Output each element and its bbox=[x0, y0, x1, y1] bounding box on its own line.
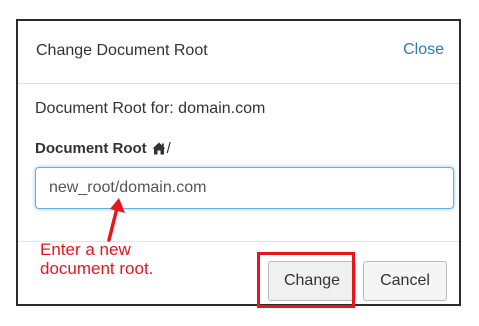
path-separator: / bbox=[166, 140, 171, 157]
document-root-label-row: Document Root / bbox=[35, 140, 171, 157]
dialog-title: Change Document Root bbox=[36, 42, 208, 59]
annotation-text: Enter a new document root. bbox=[40, 240, 240, 278]
dialog-header: Change Document Root Close bbox=[18, 21, 459, 84]
close-link[interactable]: Close bbox=[403, 41, 444, 59]
annotation-line-1: Enter a new bbox=[40, 240, 131, 259]
document-root-label: Document Root bbox=[35, 140, 147, 157]
document-root-input[interactable] bbox=[35, 167, 454, 209]
home-icon bbox=[152, 142, 166, 155]
change-button[interactable]: Change bbox=[268, 261, 356, 301]
annotation-line-2: document root. bbox=[40, 259, 154, 278]
annotation-arrow-icon bbox=[107, 198, 125, 242]
document-root-for-text: Document Root for: domain.com bbox=[35, 100, 266, 117]
cancel-button[interactable]: Cancel bbox=[363, 261, 447, 301]
